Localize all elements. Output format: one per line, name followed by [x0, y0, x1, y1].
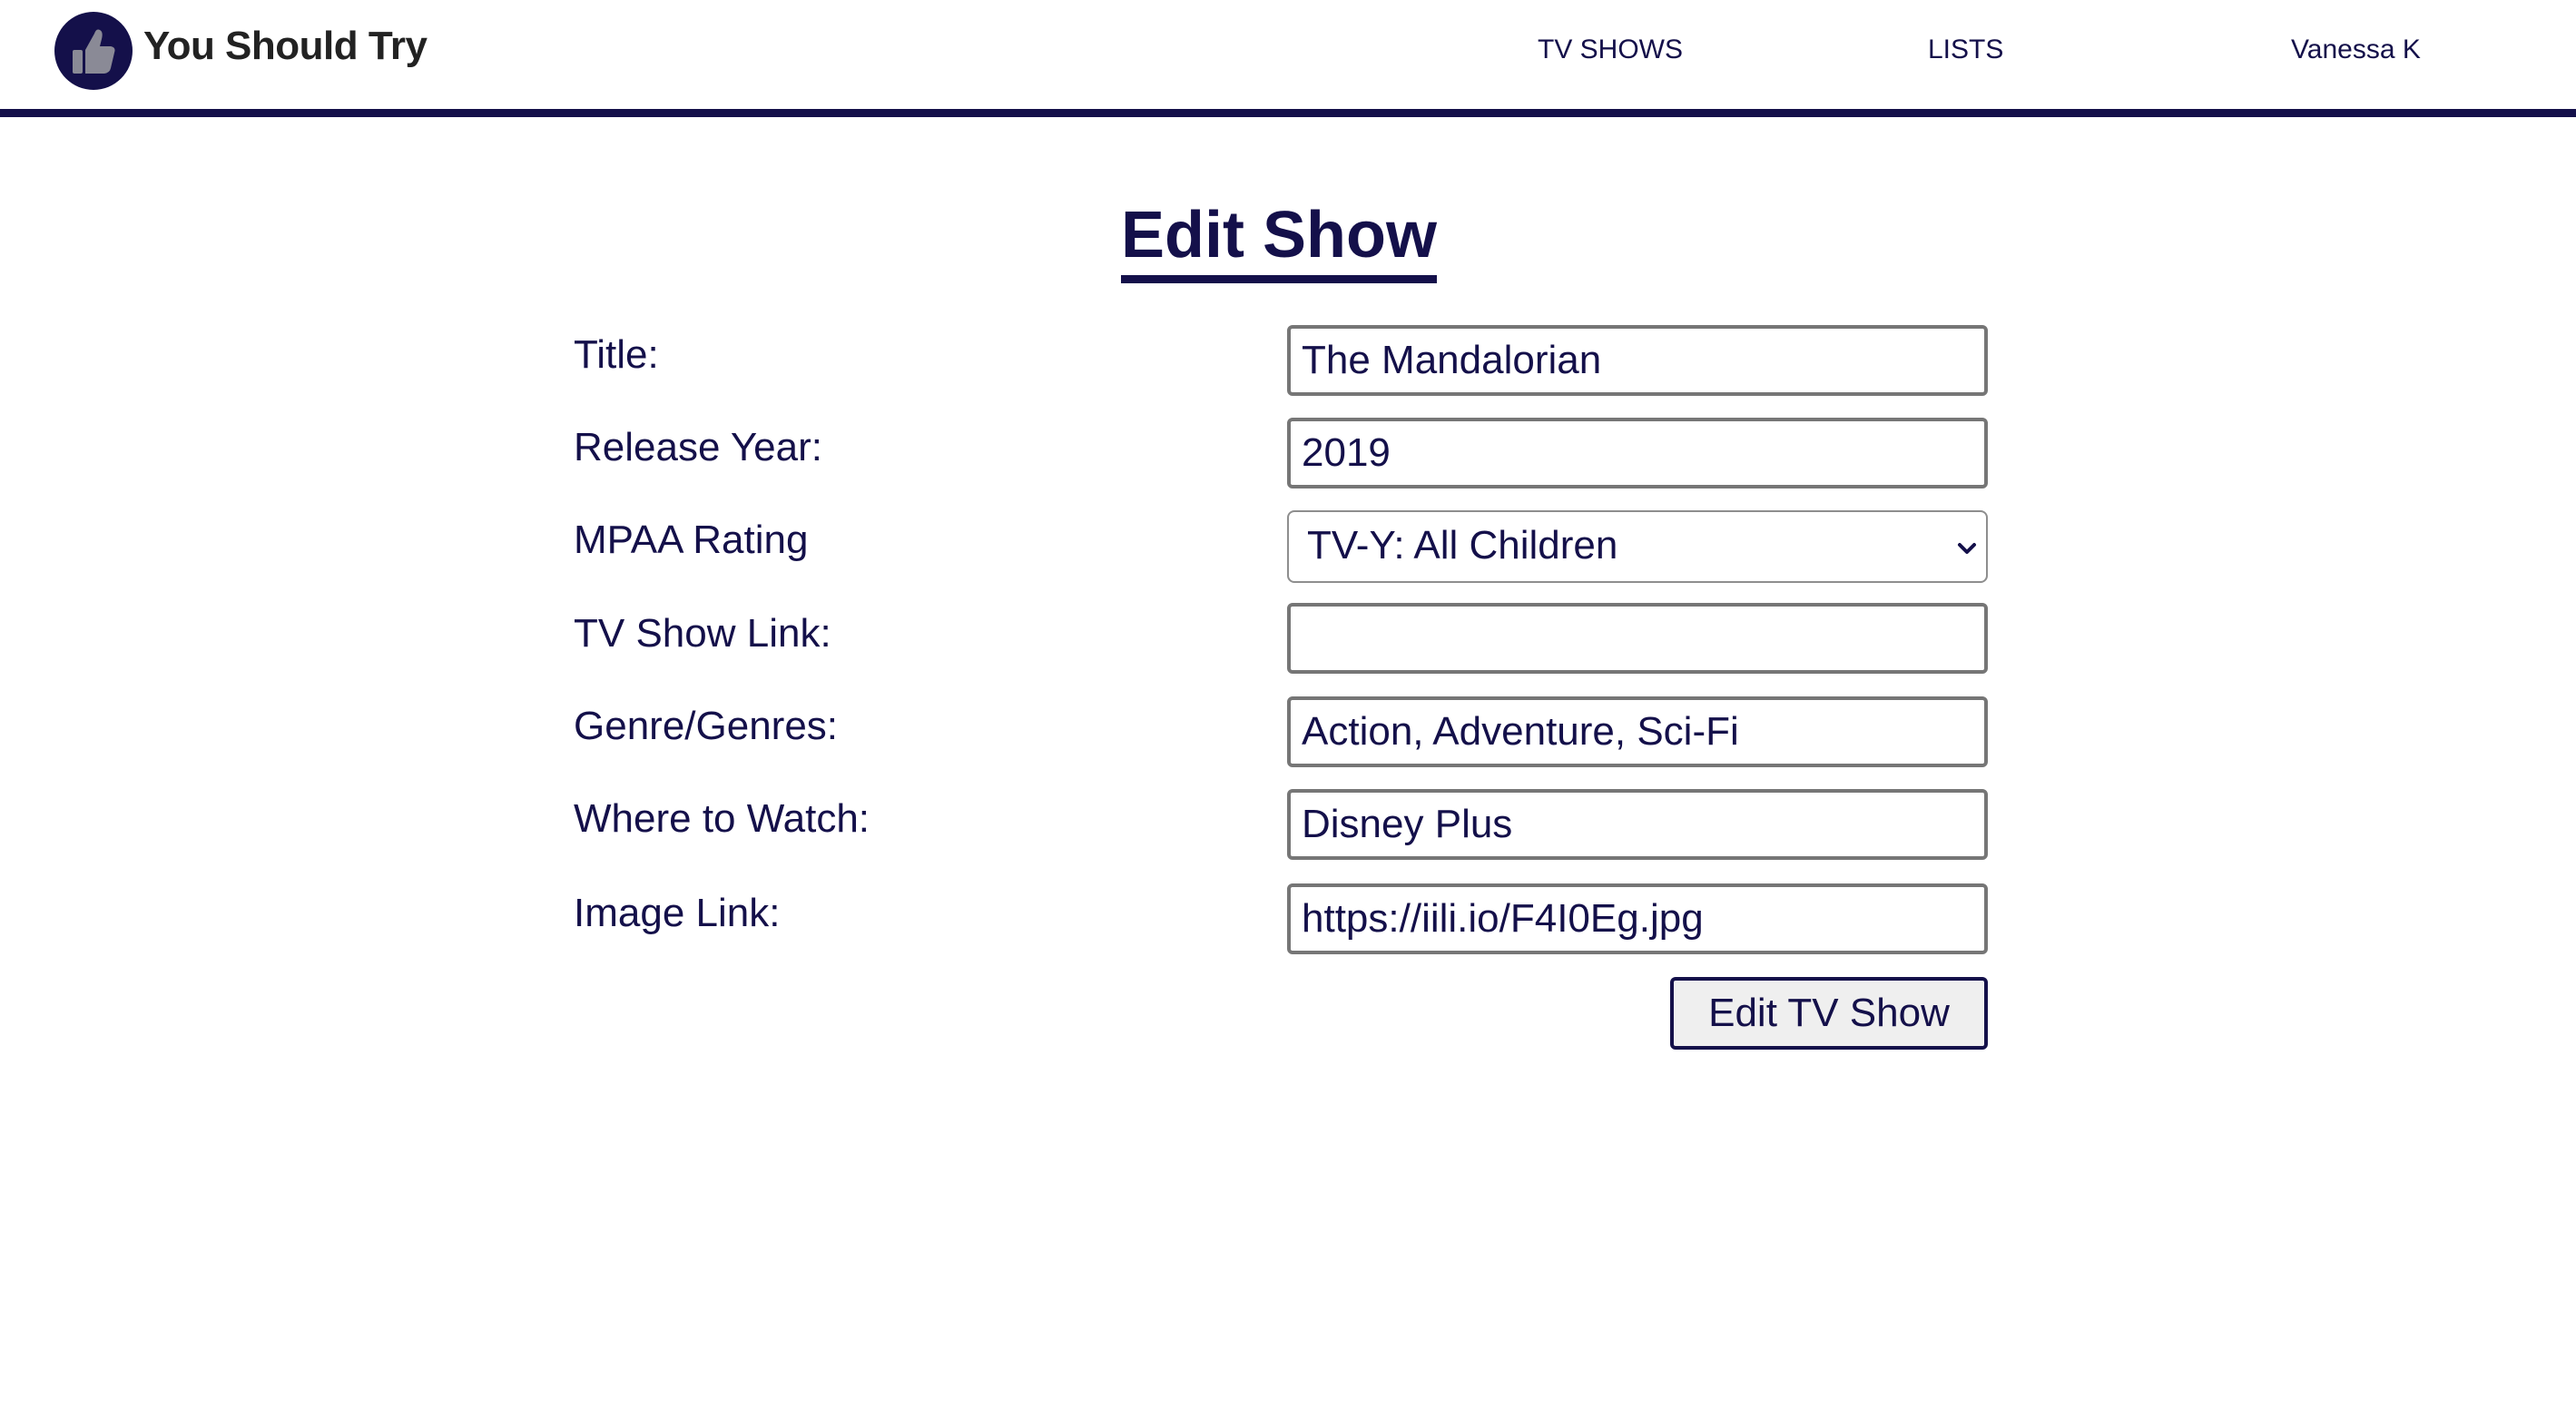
page-title: Edit Show	[1121, 199, 1437, 283]
nav-lists[interactable]: LISTS	[1928, 35, 2003, 65]
where-to-watch-input[interactable]	[1287, 789, 1988, 860]
tv-show-link-label: TV Show Link:	[574, 611, 831, 656]
nav-user-menu[interactable]: Vanessa K	[2291, 35, 2421, 65]
mpaa-rating-label: MPAA Rating	[574, 518, 809, 562]
genres-input[interactable]	[1287, 696, 1988, 767]
tv-show-link-input[interactable]	[1287, 603, 1988, 674]
image-link-label: Image Link:	[574, 891, 781, 935]
thumbs-up-icon	[73, 29, 115, 74]
page-title-wrapper: Edit Show	[0, 198, 2558, 283]
nav-tv-shows[interactable]: TV SHOWS	[1538, 35, 1683, 65]
where-to-watch-label: Where to Watch:	[574, 796, 870, 841]
genres-label: Genre/Genres:	[574, 704, 839, 748]
chevron-down-icon	[1958, 543, 1976, 554]
mpaa-rating-select[interactable]: TV-Y: All Children	[1287, 510, 1988, 583]
release-year-input[interactable]	[1287, 418, 1988, 488]
edit-tv-show-button[interactable]: Edit TV Show	[1670, 977, 1988, 1050]
brand-name[interactable]: You Should Try	[143, 24, 428, 69]
title-input[interactable]	[1287, 325, 1988, 396]
image-link-input[interactable]	[1287, 883, 1988, 954]
release-year-label: Release Year:	[574, 425, 822, 469]
navbar: You Should Try TV SHOWS LISTS Vanessa K	[0, 0, 2576, 117]
title-label: Title:	[574, 332, 659, 377]
logo[interactable]	[54, 12, 133, 90]
mpaa-rating-selected: TV-Y: All Children	[1307, 523, 1618, 567]
